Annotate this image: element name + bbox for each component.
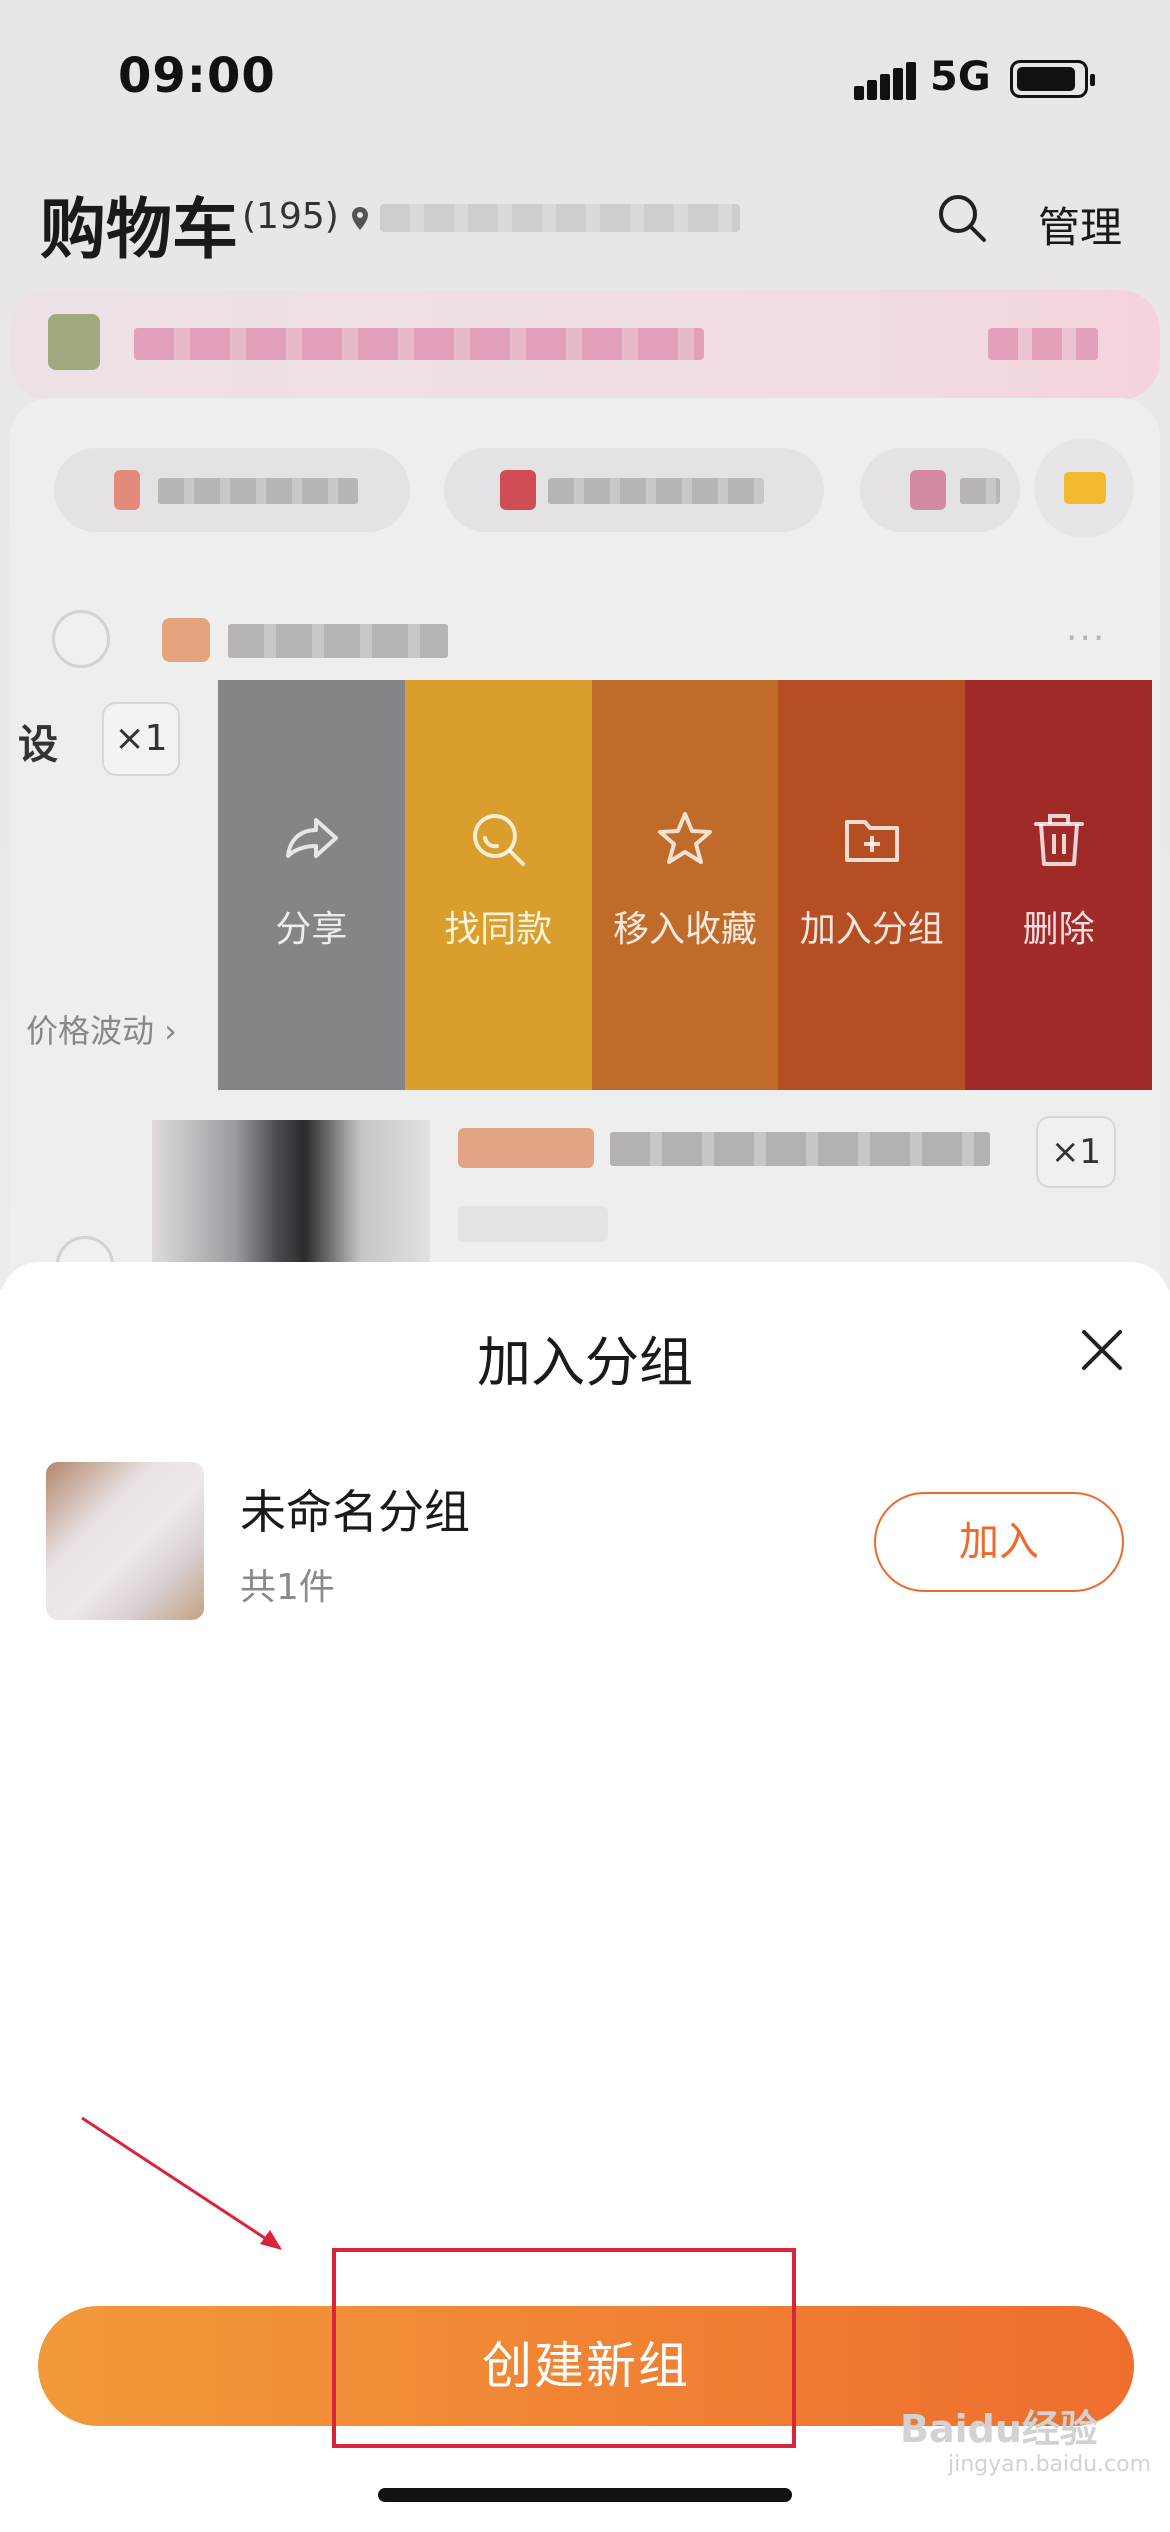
filter-chip[interactable] [444,448,824,532]
cart-count: (195) [242,196,339,237]
quantity-badge[interactable]: ×1 [1036,1116,1116,1188]
quantity-badge[interactable]: ×1 [102,702,180,776]
close-icon[interactable] [1076,1324,1128,1376]
location-pin-icon [352,207,368,230]
join-group-button[interactable]: 加入 [874,1492,1124,1592]
home-indicator[interactable] [378,2488,792,2502]
promo-text-blurred [134,328,704,360]
status-bar: 09:00 5G [0,0,1170,150]
swipe-actions: 分享 找同款 移入收藏 加入分组 删除 [218,680,1152,1090]
shop-select-radio[interactable] [52,610,110,668]
annotation-highlight-box [332,2248,796,2448]
location-address-blurred[interactable] [380,204,740,232]
manage-button[interactable]: 管理 [1038,194,1122,255]
product-spec-blurred[interactable] [458,1206,608,1242]
promo-link-blurred [988,328,1098,360]
trash-icon [1033,814,1084,866]
group-item-count: 共1件 [240,1567,335,1608]
watermark: Baidu经验 [900,2407,1098,2451]
watermark-url: jingyan.baidu.com [948,2452,1152,2477]
folder-plus-icon [844,820,899,862]
more-icon[interactable]: ··· [1066,618,1106,659]
status-time: 09:00 [118,48,276,104]
folder-icon[interactable] [1034,438,1134,538]
shopping-bag-icon [48,314,100,370]
filter-chip[interactable] [860,448,1020,532]
star-icon [657,812,712,864]
share-icon [286,818,339,858]
group-name: 未命名分组 [240,1485,470,1539]
shop-icon [162,618,210,662]
group-thumbnail [46,1462,204,1620]
search-icon[interactable] [936,192,988,244]
shop-name-blurred[interactable] [228,624,448,658]
page-title: 购物车 [40,191,238,268]
find-similar-action[interactable]: 找同款 [404,680,592,1090]
move-to-favorites-action[interactable]: 移入收藏 [591,680,779,1090]
filter-chip[interactable] [54,448,410,532]
share-action[interactable]: 分享 [218,680,405,1090]
delete-action[interactable]: 删除 [965,680,1152,1090]
signal-icon [854,62,918,100]
price-trend-link[interactable]: 价格波动 › [26,1006,177,1052]
product-tag-blurred [458,1128,594,1168]
cart-page-background: 09:00 5G 购物车 (195) 管理 ··· 设 ×1 价格波动 › 分享… [0,0,1170,1290]
find-similar-icon [473,814,526,866]
item-partial-text: 设 [18,722,58,768]
product-title-blurred[interactable] [610,1132,990,1166]
annotation-arrow-icon [81,2116,282,2250]
battery-icon [1010,60,1095,98]
network-label: 5G [930,54,991,100]
sheet-title: 加入分组 [477,1331,693,1394]
add-to-group-action[interactable]: 加入分组 [778,680,966,1090]
